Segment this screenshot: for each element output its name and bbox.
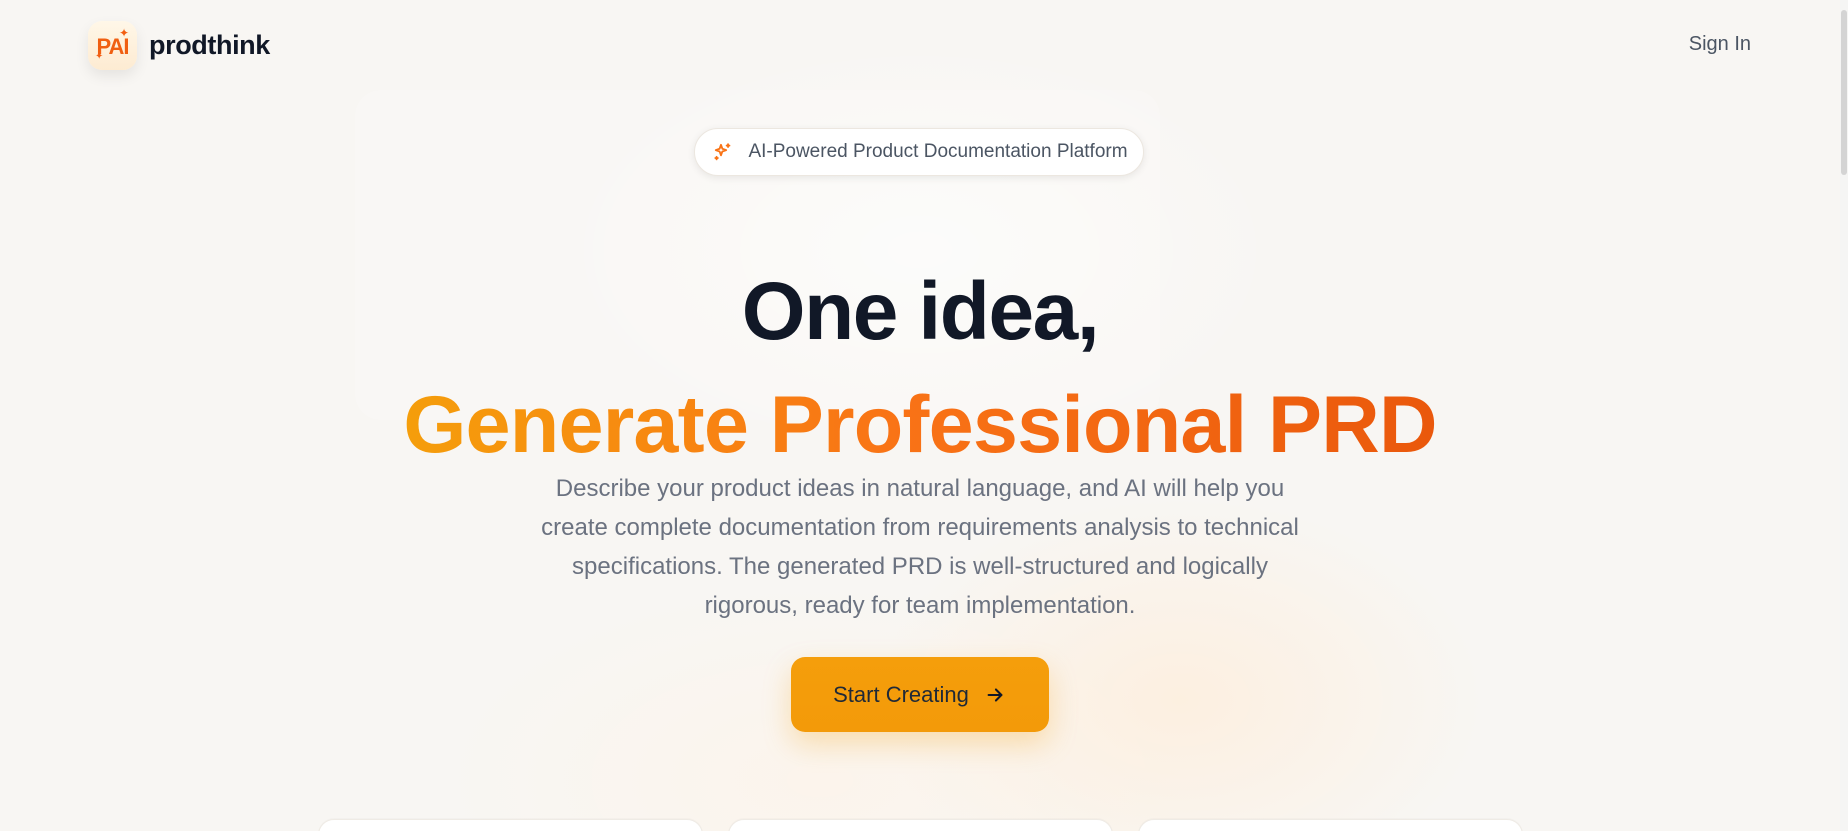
hero-title-line-2: Generate Professional PRD — [0, 385, 1840, 466]
scrollbar-thumb[interactable] — [1841, 10, 1847, 175]
hero-title-gradient-text: Generate Professional PRD — [403, 380, 1437, 471]
sparkle-icon: ✦ — [118, 26, 129, 40]
page-scrollbar[interactable] — [1840, 0, 1848, 831]
feature-badge: AI-Powered Product Documentation Platfor… — [694, 128, 1144, 176]
top-navigation: PAI ✦ ✦ prodthink Sign In — [0, 0, 1848, 90]
start-creating-label: Start Creating — [833, 681, 969, 707]
feature-card-1 — [318, 819, 703, 831]
hero-description: Describe your product ideas in natural l… — [541, 475, 1299, 619]
arrow-right-icon — [983, 683, 1007, 707]
hero-title-line-1: One idea, — [741, 265, 1100, 357]
feature-card-3 — [1138, 819, 1523, 831]
feature-card-2 — [728, 819, 1113, 831]
small-sparkle-icon: ✦ — [95, 51, 104, 62]
brand-link[interactable]: PAI ✦ ✦ prodthink — [88, 21, 270, 70]
brand-name: prodthink — [149, 30, 270, 60]
sparkles-icon — [710, 139, 736, 165]
brand-logo: PAI ✦ ✦ — [88, 21, 137, 70]
page: { "header": { "logo_text": "PAI", "brand… — [0, 0, 1848, 831]
start-creating-button[interactable]: Start Creating — [791, 657, 1049, 732]
sign-in-link[interactable]: Sign In — [1689, 33, 1751, 56]
badge-label: AI-Powered Product Documentation Platfor… — [748, 141, 1128, 162]
